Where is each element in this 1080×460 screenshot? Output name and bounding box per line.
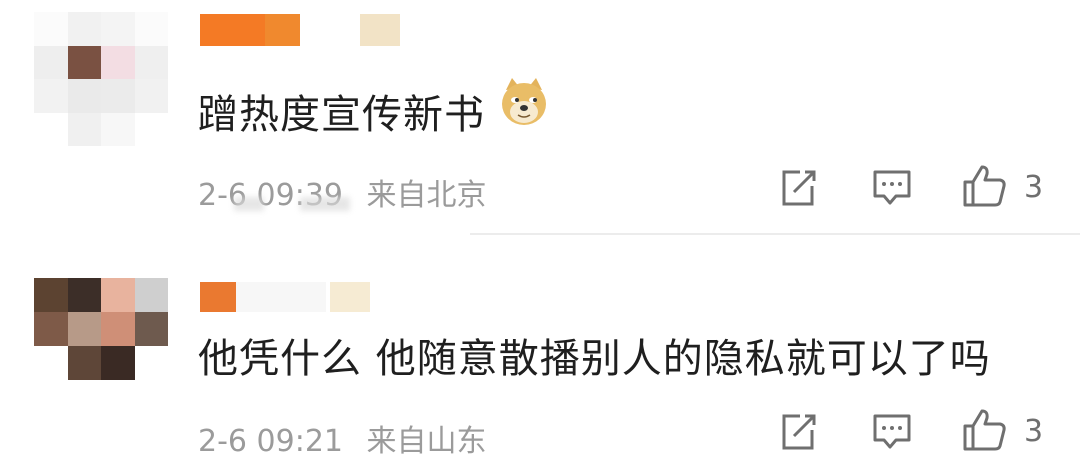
comment-text: 他凭什么 他随意散播别人的隐私就可以了吗 bbox=[198, 336, 991, 382]
comment-item: 他凭什么 他随意散播别人的隐私就可以了吗 2-6 09:21 来自山东 3 bbox=[0, 236, 1080, 459]
comment-text: 蹭热度宣传新书 bbox=[198, 92, 485, 138]
thumbs-up-icon bbox=[963, 165, 1006, 207]
like-button[interactable] bbox=[962, 408, 1008, 452]
comment-icon bbox=[873, 170, 911, 205]
share-button[interactable] bbox=[778, 168, 818, 208]
comment-location: 来自北京 bbox=[366, 178, 487, 213]
like-button[interactable] bbox=[962, 164, 1008, 208]
redaction-blur bbox=[300, 197, 350, 211]
divider bbox=[470, 233, 1080, 235]
like-count: 3 bbox=[1024, 414, 1044, 449]
reply-button[interactable] bbox=[872, 412, 912, 452]
reply-button[interactable] bbox=[872, 168, 912, 208]
comment-item: 蹭热度宣传新书 2-6 09:39 来自北京 3 bbox=[0, 0, 1080, 232]
share-icon bbox=[782, 414, 816, 450]
thumbs-up-icon bbox=[963, 409, 1006, 451]
redaction-blur bbox=[234, 197, 264, 211]
nickname[interactable] bbox=[200, 282, 370, 314]
nickname[interactable] bbox=[200, 14, 400, 46]
comment-location: 来自山东 bbox=[366, 424, 487, 459]
doge-emoji-icon bbox=[498, 76, 550, 132]
avatar[interactable] bbox=[34, 278, 168, 380]
comment-date: 2-6 09:21 bbox=[198, 424, 343, 459]
like-count: 3 bbox=[1024, 170, 1044, 205]
comment-meta: 2-6 09:21 来自山东 bbox=[198, 416, 487, 460]
share-icon bbox=[782, 170, 816, 206]
comment-icon bbox=[873, 414, 911, 449]
avatar[interactable] bbox=[34, 12, 168, 146]
share-button[interactable] bbox=[778, 412, 818, 452]
